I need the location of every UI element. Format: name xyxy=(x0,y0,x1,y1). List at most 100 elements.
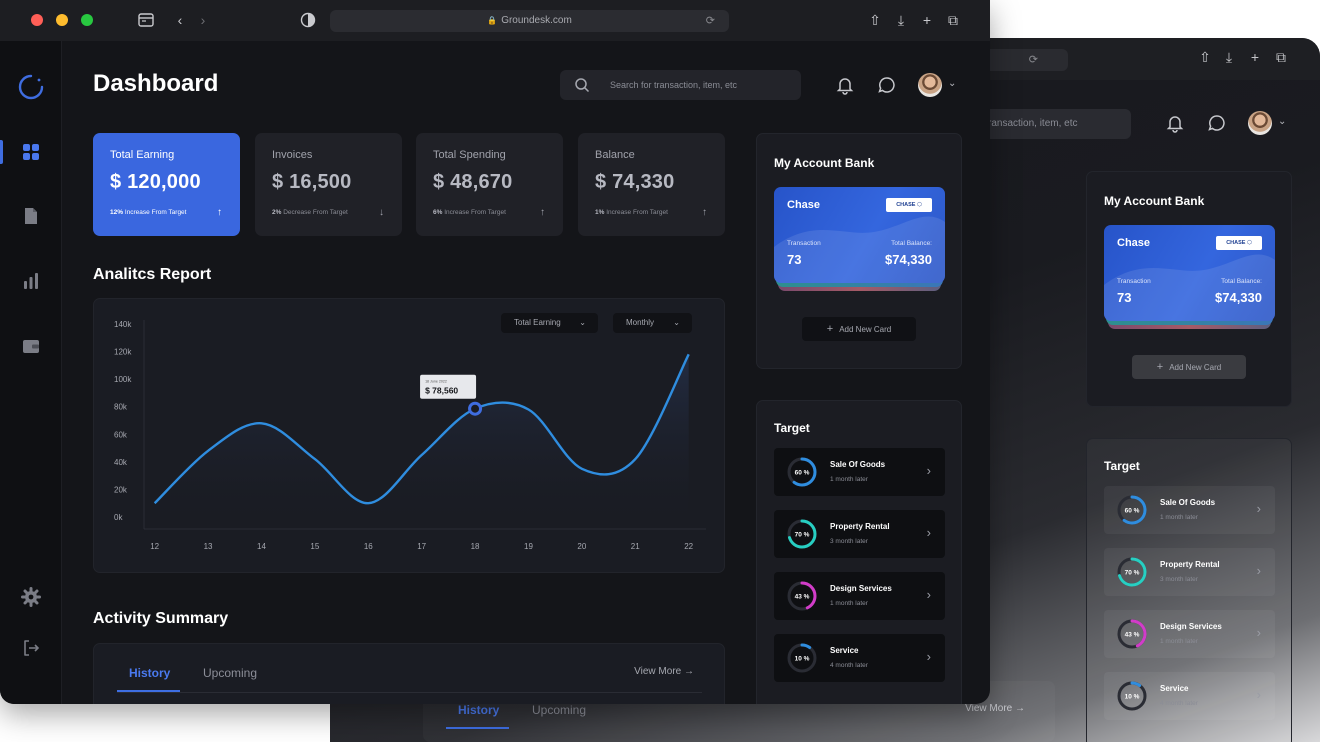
data-point xyxy=(526,407,530,411)
back-credit-card: Chase CHASE ⬡ Transaction 73 Total Balan… xyxy=(1104,225,1275,329)
stat-card[interactable]: Total Earning $ 120,000 12% Increase From … xyxy=(93,133,240,236)
analytics-bars-icon[interactable] xyxy=(20,270,42,292)
card-balance-value: $74,330 xyxy=(885,252,932,267)
document-icon[interactable] xyxy=(20,205,42,227)
back-reload-icon: ⟳ xyxy=(1028,54,1038,66)
target-item[interactable]: 70 % Property Rental 3 month later › xyxy=(774,510,945,558)
chevron-down-icon: ⌄ xyxy=(673,318,680,327)
back-progress-label: 43 % xyxy=(1125,632,1140,639)
x-tick-label: 13 xyxy=(204,542,213,551)
new-tab-icon[interactable]: + xyxy=(918,11,936,29)
user-avatar[interactable] xyxy=(918,73,942,97)
back-bank-title: My Account Bank xyxy=(1104,194,1205,208)
back-nav-icon[interactable]: ‹ xyxy=(171,11,189,29)
target-item[interactable]: 60 % Sale Of Goods 1 month later › xyxy=(774,448,945,496)
notification-bell-icon[interactable] xyxy=(834,74,856,96)
logout-icon[interactable] xyxy=(20,637,42,659)
search-input[interactable]: Search for transaction, item, etc xyxy=(560,70,801,100)
target-item[interactable]: 10 % Service 4 month later › xyxy=(774,634,945,682)
chat-icon[interactable] xyxy=(876,74,898,96)
stat-card[interactable]: Total Spending $ 48,670 6% Increase From T… xyxy=(416,133,563,236)
download-icon[interactable]: ⤓ xyxy=(892,11,910,29)
stat-footnote: 12% Increase From Target xyxy=(110,209,187,216)
target-name: Design Services xyxy=(830,584,892,593)
back-search-placeholder: ransaction, item, etc xyxy=(988,118,1078,129)
tooltip-value: $ 78,560 xyxy=(425,386,458,396)
back-tab-history: History xyxy=(458,703,500,717)
card-balance-label: Total Balance: xyxy=(891,240,932,247)
data-point xyxy=(313,457,317,461)
progress-label: 10 % xyxy=(795,656,810,663)
sidebar-toggle-icon[interactable] xyxy=(137,11,155,29)
main-window: ‹ › 🔒 Groundesk.com ⟳ ⇧ ⤓ + ⧉ Dashboard … xyxy=(0,0,990,704)
back-avatar xyxy=(1248,111,1272,135)
browser-chrome: ‹ › 🔒 Groundesk.com ⟳ ⇧ ⤓ + ⧉ xyxy=(0,0,990,41)
stat-card[interactable]: Balance $ 74,330 1% Increase From Target ↑ xyxy=(578,133,725,236)
chart-tooltip: 18 June 2022 $ 78,560 xyxy=(420,374,477,399)
chevron-down-icon: ⌄ xyxy=(579,318,586,327)
chevron-right-icon: › xyxy=(926,525,931,540)
activity-summary-card: History Upcoming View More → xyxy=(93,643,725,704)
stat-value: $ 16,500 xyxy=(272,171,352,193)
stat-footnote: 2% Decrease From Target xyxy=(272,209,348,216)
back-target-name: Design Services xyxy=(1160,622,1222,631)
period-dropdown[interactable]: Monthly ⌄ xyxy=(613,313,692,333)
stat-card[interactable]: Invoices $ 16,500 2% Decrease From Target ↓ xyxy=(255,133,402,236)
close-window-button[interactable] xyxy=(31,14,43,26)
back-tab-underline xyxy=(446,727,509,729)
back-chevron-right-icon: › xyxy=(1256,501,1261,516)
y-tick-label: 80k xyxy=(114,403,128,412)
card-transaction-value: 73 xyxy=(787,252,802,267)
tab-upcoming[interactable]: Upcoming xyxy=(203,666,257,680)
add-new-card-button[interactable]: + Add New Card xyxy=(802,317,916,341)
back-target-item: 10 % Service 4 month later › xyxy=(1104,672,1275,720)
back-progress-ring: 70 % xyxy=(1117,557,1147,587)
chevron-right-icon: › xyxy=(926,463,931,478)
stat-footnote: 1% Increase From Target xyxy=(595,209,668,216)
tab-divider xyxy=(117,692,702,693)
back-view-more: View More → xyxy=(965,703,1025,714)
back-chevron-right-icon: › xyxy=(1256,625,1261,640)
back-chevron-right-icon: › xyxy=(1256,563,1261,578)
credit-card[interactable]: Chase CHASE ⬡ Transaction 73 Total Balan… xyxy=(774,187,945,291)
target-subtitle: 1 month later xyxy=(830,476,868,483)
target-subtitle: 3 month later xyxy=(830,538,868,545)
progress-label: 60 % xyxy=(795,470,810,477)
data-point xyxy=(420,453,424,457)
dashboard-grid-icon[interactable] xyxy=(20,141,42,163)
x-tick-label: 12 xyxy=(150,542,159,551)
x-tick-label: 15 xyxy=(310,542,319,551)
back-progress-ring: 43 % xyxy=(1117,619,1147,649)
chevron-right-icon: › xyxy=(926,649,931,664)
analytics-line-chart: 0k 20k 40k 60k 80k 100k 120k 140k 12 13 14 15 16 17 18… xyxy=(114,320,706,551)
theme-toggle-icon[interactable] xyxy=(299,11,317,29)
card-bank-name: Chase xyxy=(787,199,821,211)
share-icon[interactable]: ⇧ xyxy=(866,11,884,29)
wallet-icon[interactable] xyxy=(20,335,42,357)
metric-dropdown-value: Total Earning xyxy=(514,318,561,327)
settings-gear-icon[interactable] xyxy=(20,586,42,608)
back-target-item: 60 % Sale Of Goods 1 month later › xyxy=(1104,486,1275,534)
maximize-window-button[interactable] xyxy=(81,14,93,26)
tab-history[interactable]: History xyxy=(129,666,170,680)
tabs-overview-icon[interactable]: ⧉ xyxy=(944,11,962,29)
reload-icon[interactable]: ⟳ xyxy=(706,10,715,32)
stat-value: $ 48,670 xyxy=(433,171,513,193)
card-bank-logo: CHASE ⬡ xyxy=(886,198,932,212)
back-target-subtitle: 3 month later xyxy=(1160,576,1198,583)
forward-nav-icon[interactable]: › xyxy=(194,11,212,29)
sidebar xyxy=(0,41,62,704)
back-progress-label: 60 % xyxy=(1125,508,1140,515)
y-tick-label: 140k xyxy=(114,320,132,329)
profile-chevron-down-icon[interactable]: ⌄ xyxy=(948,78,956,89)
page-title: Dashboard xyxy=(93,70,219,97)
back-target-subtitle: 1 month later xyxy=(1160,638,1198,645)
view-more-link[interactable]: View More → xyxy=(634,666,694,677)
back-target-item: 70 % Property Rental 3 month later › xyxy=(1104,548,1275,596)
metric-dropdown[interactable]: Total Earning ⌄ xyxy=(501,313,598,333)
stat-label: Balance xyxy=(595,149,635,161)
account-bank-card: My Account Bank Chase CHASE ⬡ Transactio… xyxy=(756,133,962,369)
target-item[interactable]: 43 % Design Services 1 month later › xyxy=(774,572,945,620)
minimize-window-button[interactable] xyxy=(56,14,68,26)
url-bar[interactable]: 🔒 Groundesk.com ⟳ xyxy=(330,10,729,32)
